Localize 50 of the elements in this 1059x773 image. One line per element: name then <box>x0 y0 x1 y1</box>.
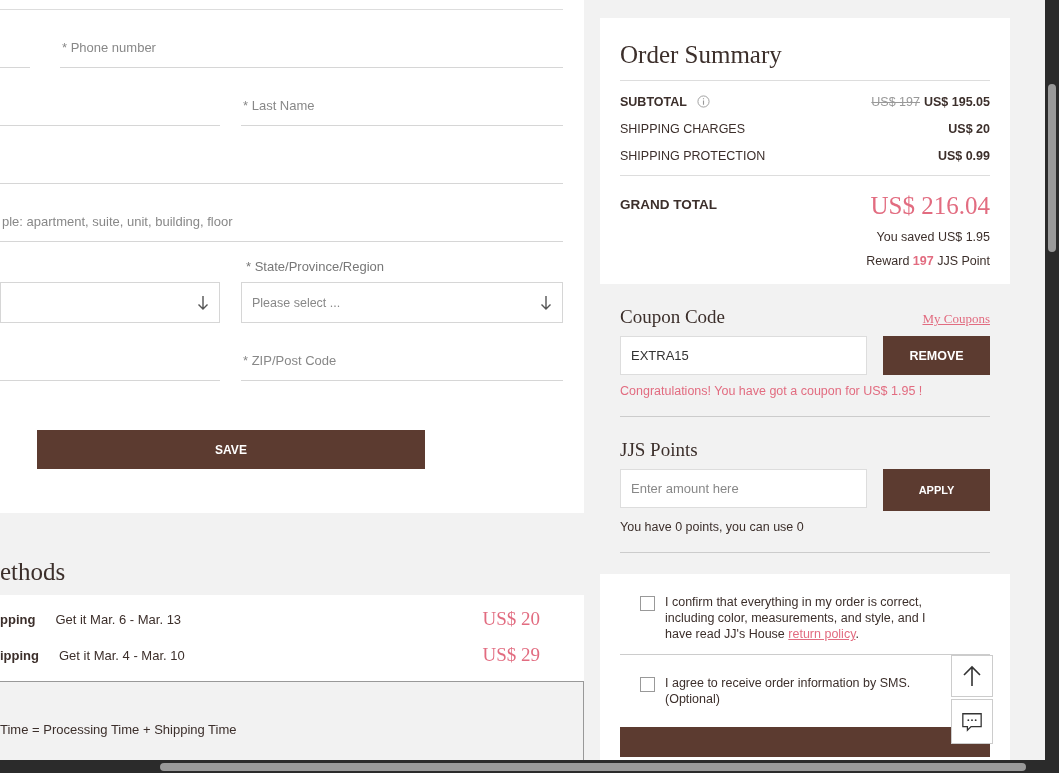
coupon-field[interactable]: EXTRA15 <box>620 336 867 375</box>
input-field[interactable]: * ZIP/Post Code <box>241 340 563 381</box>
section-title: ethods <box>0 557 67 587</box>
back-to-top-button[interactable] <box>951 655 993 697</box>
section-title: Coupon Code <box>620 306 726 328</box>
arrow-down-icon <box>197 294 209 311</box>
line-label: SHIPPING PROTECTION <box>620 148 766 163</box>
points-field[interactable]: Enter amount here <box>620 469 867 508</box>
chat-button[interactable] <box>951 699 993 744</box>
input-field[interactable]: ple: apartment, suite, unit, building, floor <box>0 201 563 242</box>
checkbox[interactable] <box>640 596 655 611</box>
line-label: SHIPPING CHARGES <box>620 121 746 136</box>
coupon-message: Congratulations! You have got a coupon for US$ 1.95 ! <box>620 384 924 398</box>
shipping-name: pping <box>0 611 36 627</box>
arrow-up-icon <box>962 664 982 688</box>
select-field[interactable]: Please select ... <box>241 282 563 323</box>
line-value: US$ 20 <box>948 121 990 136</box>
apply-button[interactable]: APPLY <box>883 469 990 511</box>
input-field[interactable]: * Phone number <box>60 27 563 68</box>
delivery-estimate: Get it Mar. 6 - Mar. 13 <box>55 611 183 627</box>
agreement-text: I agree to receive order information by SMS. (Optional) <box>665 675 912 707</box>
select-field[interactable] <box>0 282 220 323</box>
grand-total-label: GRAND TOTAL <box>620 197 717 212</box>
note-text: Time = Processing Time + Shipping Time <box>0 722 238 737</box>
line-value: US$ 0.99 <box>937 148 990 163</box>
agreement-text: I confirm that everything in my order is correct, including color, measurements, and style, and I have read JJ's House return policy. <box>665 594 927 642</box>
reward-text: Reward 197 JJS Point <box>865 254 990 268</box>
delivery-estimate: Get it Mar. 4 - Mar. 10 <box>59 647 186 663</box>
savings-text: You saved US$ 1.95 <box>875 230 990 244</box>
original-price: US$ 197 <box>871 94 920 109</box>
checkbox[interactable] <box>640 677 655 692</box>
shipping-price: US$ 29 <box>482 644 540 666</box>
grand-total-value: US$ 216.04 <box>870 192 990 220</box>
chat-icon <box>961 710 983 733</box>
submit-button[interactable] <box>620 727 990 757</box>
horizontal-scrollbar[interactable] <box>0 760 1059 773</box>
section-title: JJS Points <box>620 439 698 461</box>
remove-button[interactable]: REMOVE <box>883 336 990 375</box>
summary-title: Order Summary <box>620 40 783 70</box>
line-label: SUBTOTAL <box>620 94 687 109</box>
info-icon[interactable] <box>696 95 710 108</box>
input-field[interactable]: * Last Name <box>241 85 563 126</box>
vertical-scrollbar[interactable] <box>1045 0 1059 760</box>
shipping-price: US$ 20 <box>482 608 540 630</box>
save-button[interactable]: SAVE <box>37 430 425 469</box>
shipping-name: ipping <box>0 647 39 663</box>
line-value: US$ 195.05 <box>923 94 990 109</box>
arrow-down-icon <box>540 294 552 311</box>
points-note: You have 0 points, you can use 0 <box>620 520 805 534</box>
field-label: * State/Province/Region <box>246 259 386 274</box>
